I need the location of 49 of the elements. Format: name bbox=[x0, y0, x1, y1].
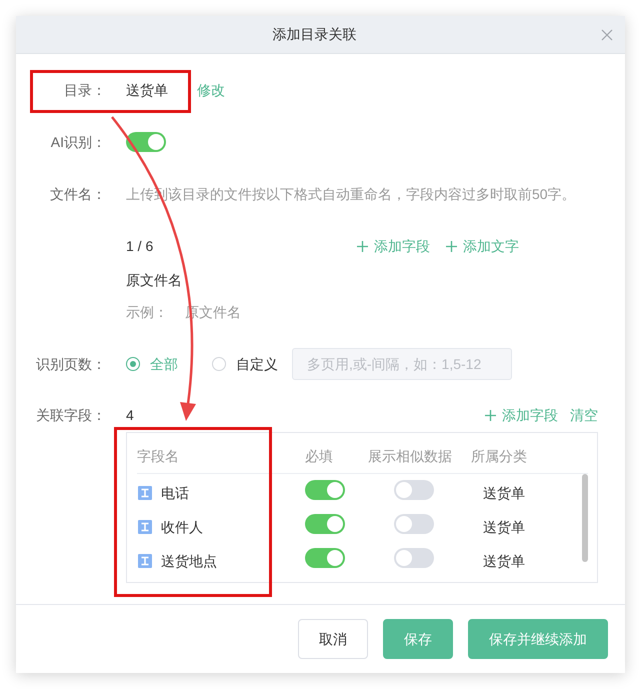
file-name-value: 原文件名 bbox=[126, 270, 182, 290]
table-cell: 送货单 bbox=[483, 552, 525, 568]
text-field-icon bbox=[138, 554, 152, 568]
table-cell: 送货单 bbox=[483, 518, 525, 534]
radio-option[interactable]: 自定义 bbox=[212, 354, 278, 374]
radio-icon[interactable] bbox=[212, 357, 226, 371]
save-button[interactable]: 保存并继续添加 bbox=[468, 619, 608, 659]
field-label: 目录： bbox=[63, 80, 106, 100]
edit-link[interactable]: 修改 bbox=[197, 80, 225, 100]
add-link[interactable]: 添加文字 bbox=[446, 236, 519, 256]
toggle-switch[interactable] bbox=[305, 548, 345, 568]
cancel-button[interactable]: 取消 bbox=[298, 619, 368, 659]
save-button[interactable]: 保存 bbox=[383, 619, 453, 659]
example-label: 示例： bbox=[126, 302, 168, 322]
column-header: 所属分类 bbox=[471, 446, 527, 466]
radio-option[interactable]: 全部 bbox=[126, 354, 178, 374]
scrollbar-thumb[interactable] bbox=[582, 474, 588, 562]
pages-input[interactable]: 多页用,或-间隔，如：1,5-12 bbox=[292, 348, 512, 380]
add-link[interactable]: 添加字段 bbox=[357, 236, 430, 256]
field-name: 送货地点 bbox=[161, 552, 217, 570]
close-icon[interactable] bbox=[601, 28, 613, 40]
table-cell: 送货单 bbox=[483, 484, 525, 500]
toggle-switch[interactable] bbox=[305, 514, 345, 534]
plus-icon bbox=[446, 240, 457, 252]
toggle-switch[interactable] bbox=[394, 548, 434, 568]
toggle-switch[interactable] bbox=[305, 480, 345, 500]
field-label: 关联字段： bbox=[35, 406, 106, 424]
column-header: 必填 bbox=[305, 446, 333, 466]
column-header: 字段名 bbox=[137, 446, 179, 466]
counter-text: 1 / 6 bbox=[126, 236, 154, 256]
text-field-icon bbox=[138, 486, 152, 500]
dialog-title: 添加目录关联 bbox=[272, 25, 356, 44]
field-name: 电话 bbox=[161, 484, 189, 502]
toggle-switch[interactable] bbox=[394, 480, 434, 500]
field-count: 4 bbox=[126, 406, 134, 424]
field-label: 文件名： bbox=[49, 184, 106, 204]
plus-icon bbox=[357, 240, 368, 252]
text-field-icon bbox=[138, 520, 152, 534]
column-header: 展示相似数据 bbox=[368, 446, 452, 466]
field-label: 识别页数： bbox=[35, 354, 106, 374]
toggle-switch[interactable] bbox=[394, 514, 434, 534]
directory-value: 送货单 bbox=[126, 80, 168, 100]
field-label: AI识别： bbox=[50, 132, 106, 152]
toggle-switch[interactable] bbox=[126, 132, 166, 152]
clear-link[interactable]: 清空 bbox=[570, 404, 598, 426]
add-link[interactable]: 添加字段 bbox=[485, 404, 558, 426]
radio-icon[interactable] bbox=[126, 357, 140, 371]
field-name: 收件人 bbox=[161, 518, 203, 536]
plus-icon bbox=[485, 410, 496, 420]
